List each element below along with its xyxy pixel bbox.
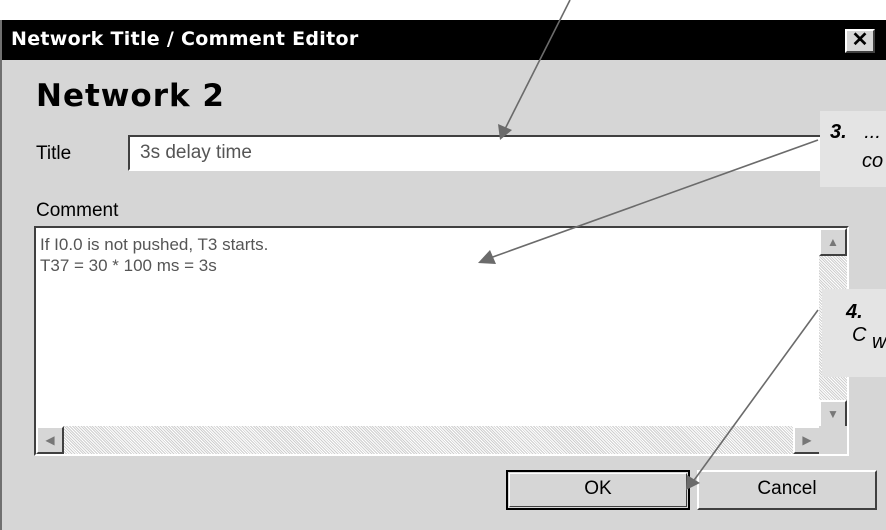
- arrow-down-icon: ▼: [827, 407, 839, 421]
- callout-3-line2: co: [862, 150, 884, 172]
- comment-textarea[interactable]: If I0.0 is not pushed, T3 starts. T37 = …: [34, 226, 849, 456]
- callout-3-line1: 3. ...: [830, 121, 881, 144]
- title-bar[interactable]: Network Title / Comment Editor ✕: [2, 20, 886, 60]
- callout-4-number: 4.: [846, 301, 863, 323]
- title-label: Title: [36, 143, 72, 164]
- window-title: Network Title / Comment Editor: [11, 28, 359, 50]
- callout-3-text: ...: [864, 121, 881, 143]
- scrollbar-corner: [819, 426, 847, 454]
- arrow-left-icon: ◀: [45, 433, 55, 447]
- callout-3-number: 3.: [830, 121, 847, 143]
- callout-4-text: C: [852, 324, 867, 346]
- cancel-button-label: Cancel: [757, 478, 817, 499]
- network-heading: Network 2: [36, 78, 225, 114]
- comment-text: If I0.0 is not pushed, T3 starts. T37 = …: [40, 235, 269, 275]
- horizontal-scrollbar[interactable]: ◀ ▶: [36, 426, 821, 454]
- scroll-right-button[interactable]: ▶: [793, 426, 821, 454]
- scroll-down-button[interactable]: ▼: [819, 400, 847, 428]
- title-input[interactable]: 3s delay time: [128, 135, 886, 171]
- scroll-up-button[interactable]: ▲: [819, 228, 847, 256]
- ok-button-label: OK: [584, 478, 612, 499]
- callout-step-4: 4. C w: [822, 289, 886, 377]
- close-button[interactable]: ✕: [845, 29, 875, 53]
- callout-step-3: 3. ... co: [820, 111, 886, 187]
- close-icon: ✕: [851, 29, 869, 51]
- scroll-left-button[interactable]: ◀: [36, 426, 64, 454]
- arrow-up-icon: ▲: [827, 235, 839, 249]
- comment-label: Comment: [36, 200, 119, 221]
- callout-4-line2: w: [872, 331, 886, 353]
- ok-button[interactable]: OK: [506, 470, 690, 510]
- arrow-right-icon: ▶: [802, 433, 812, 447]
- cancel-button[interactable]: Cancel: [697, 470, 877, 510]
